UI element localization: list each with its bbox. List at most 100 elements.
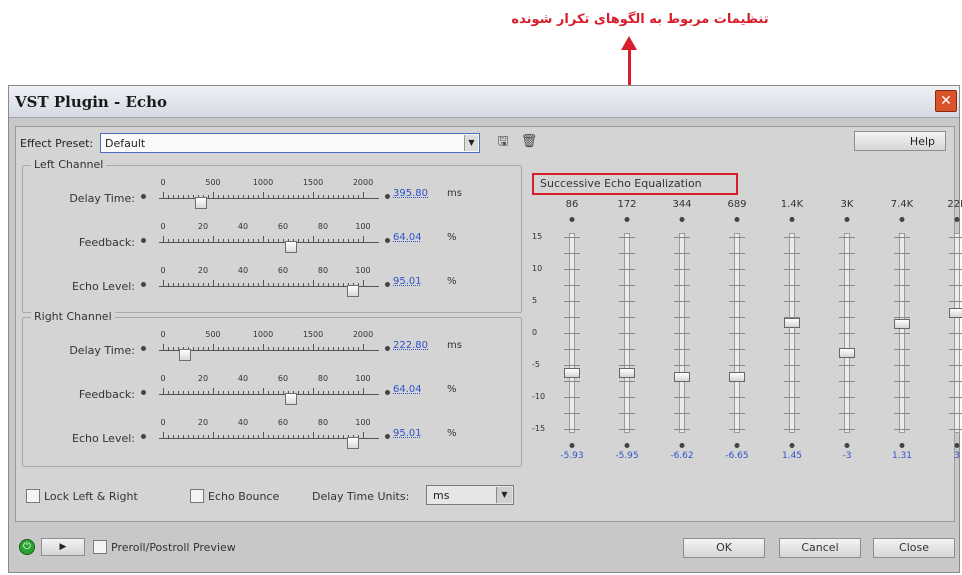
scale-tick (203, 391, 204, 395)
power-icon[interactable]: ⏻ (19, 539, 35, 555)
keyframe-dot-icon[interactable] (624, 217, 630, 222)
keyframe-dot-icon[interactable] (385, 194, 390, 199)
band-slider-tick (784, 301, 800, 302)
value-field[interactable]: 222.80 (393, 340, 439, 351)
scale-label: 2000 (352, 330, 374, 339)
row-label: Feedback: (78, 236, 135, 249)
band-value-field[interactable]: -6.62 (670, 451, 693, 461)
keyframe-dot-icon[interactable] (899, 217, 905, 222)
delay-time-units-select[interactable]: ms ▼ (426, 485, 514, 505)
row-label: Feedback: (78, 388, 135, 401)
scale-tick (258, 435, 259, 439)
value-slider[interactable]: 0 20 40 60 80 100 (159, 416, 379, 456)
scale-tick (333, 347, 334, 351)
value-field[interactable]: 395.80 (393, 188, 439, 199)
keyframe-dot-icon[interactable] (385, 434, 390, 439)
scale-tick (203, 283, 204, 287)
db-scale-label: -15 (532, 424, 546, 433)
slider-thumb[interactable] (285, 393, 297, 405)
scale-tick (178, 391, 179, 395)
keyframe-dot-icon[interactable] (385, 346, 390, 351)
keyframe-dot-icon[interactable] (734, 217, 740, 222)
slider-thumb[interactable] (179, 349, 191, 361)
value-slider[interactable]: 0 20 40 60 80 100 (159, 220, 379, 260)
scale-tick (268, 195, 269, 199)
echo-bounce-checkbox[interactable] (190, 489, 204, 503)
keyframe-dot-icon[interactable] (954, 443, 960, 448)
band-value-field[interactable]: 1.31 (892, 451, 912, 461)
band-slider-thumb[interactable] (674, 372, 690, 383)
scale-tick (218, 347, 219, 351)
cancel-button[interactable]: Cancel (779, 538, 861, 558)
keyframe-dot-icon[interactable] (789, 217, 795, 222)
band-value-field[interactable]: -3 (843, 451, 852, 461)
band-slider-thumb[interactable] (729, 372, 745, 383)
slider-thumb[interactable] (195, 197, 207, 209)
keyframe-dot-icon[interactable] (141, 346, 146, 351)
keyframe-dot-icon[interactable] (899, 443, 905, 448)
band-slider-tick (949, 397, 962, 398)
close-button[interactable]: Close (873, 538, 955, 558)
band-slider-thumb[interactable] (784, 318, 800, 329)
value-field[interactable]: 95.01 (393, 276, 439, 287)
band-slider-thumb[interactable] (619, 367, 635, 378)
band-slider-thumb[interactable] (564, 367, 580, 378)
band-value-field[interactable]: 1.45 (782, 451, 802, 461)
delay-time-units-label: Delay Time Units: (312, 490, 410, 503)
value-field[interactable]: 64.04 (393, 232, 439, 243)
keyframe-dot-icon[interactable] (141, 390, 146, 395)
value-field[interactable]: 95.01 (393, 428, 439, 439)
scale-tick (233, 195, 234, 199)
scale-tick (358, 239, 359, 243)
keyframe-dot-icon[interactable] (679, 217, 685, 222)
keyframe-dot-icon[interactable] (679, 443, 685, 448)
band-slider-thumb[interactable] (894, 319, 910, 330)
chevron-down-icon[interactable]: ▼ (464, 135, 478, 151)
db-scale-label: 15 (532, 232, 543, 241)
lock-left-right-checkbox[interactable] (26, 489, 40, 503)
keyframe-dot-icon[interactable] (385, 390, 390, 395)
value-field[interactable]: 64.04 (393, 384, 439, 395)
keyframe-dot-icon[interactable] (844, 217, 850, 222)
chevron-down-icon[interactable]: ▼ (496, 487, 512, 503)
scale-tick (363, 236, 364, 243)
band-slider-thumb[interactable] (839, 348, 855, 358)
slider-thumb[interactable] (347, 285, 359, 297)
value-slider[interactable]: 0 20 40 60 80 100 (159, 372, 379, 412)
keyframe-dot-icon[interactable] (569, 217, 575, 222)
value-slider[interactable]: 0 500 1000 1500 2000 (159, 328, 379, 368)
slider-thumb[interactable] (285, 241, 297, 253)
keyframe-dot-icon[interactable] (569, 443, 575, 448)
keyframe-dot-icon[interactable] (141, 238, 146, 243)
keyframe-dot-icon[interactable] (844, 443, 850, 448)
band-value-field[interactable]: -6.65 (725, 451, 748, 461)
ok-button[interactable]: OK (683, 538, 765, 558)
value-slider[interactable]: 0 500 1000 1500 2000 (159, 176, 379, 216)
effect-preset-select[interactable]: Default ▼ (100, 133, 480, 153)
keyframe-dot-icon[interactable] (734, 443, 740, 448)
keyframe-dot-icon[interactable] (141, 194, 146, 199)
keyframe-dot-icon[interactable] (141, 434, 146, 439)
preview-play-button[interactable]: ▶ (41, 538, 85, 556)
close-window-button[interactable]: ✕ (935, 90, 957, 112)
delete-preset-icon[interactable]: 🗑 (520, 133, 538, 151)
equalizer-panel: 15 10 5 0 -5 -10 -15 86 -5.93 172 -5.95 344 -6.62 689… (532, 195, 962, 467)
scale-tick (168, 195, 169, 199)
preroll-preview-checkbox[interactable] (93, 540, 107, 554)
save-preset-icon[interactable]: 🖫 (494, 133, 512, 151)
keyframe-dot-icon[interactable] (789, 443, 795, 448)
band-slider-thumb[interactable] (949, 308, 962, 318)
keyframe-dot-icon[interactable] (954, 217, 960, 222)
keyframe-dot-icon[interactable] (385, 238, 390, 243)
keyframe-dot-icon[interactable] (624, 443, 630, 448)
band-value-field[interactable]: -5.93 (560, 451, 583, 461)
band-value-field[interactable]: 3 (954, 451, 960, 461)
help-button[interactable]: Help (854, 131, 946, 151)
keyframe-dot-icon[interactable] (141, 282, 146, 287)
scale-tick (238, 347, 239, 351)
scale-tick (253, 391, 254, 395)
keyframe-dot-icon[interactable] (385, 282, 390, 287)
band-value-field[interactable]: -5.95 (615, 451, 638, 461)
value-slider[interactable]: 0 20 40 60 80 100 (159, 264, 379, 304)
slider-thumb[interactable] (347, 437, 359, 449)
